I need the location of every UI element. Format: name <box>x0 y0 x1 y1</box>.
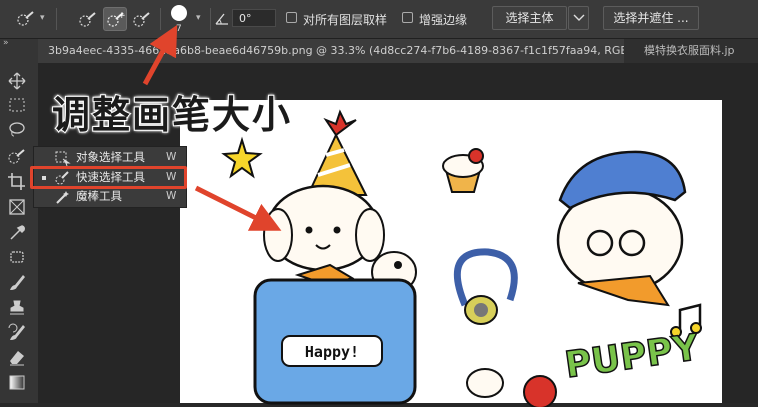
caption-text: 调整画笔大小 <box>51 92 293 138</box>
arrow-to-brush-size <box>142 24 178 86</box>
annotation-arrows <box>142 24 282 231</box>
arrow-to-canvas <box>194 185 282 231</box>
